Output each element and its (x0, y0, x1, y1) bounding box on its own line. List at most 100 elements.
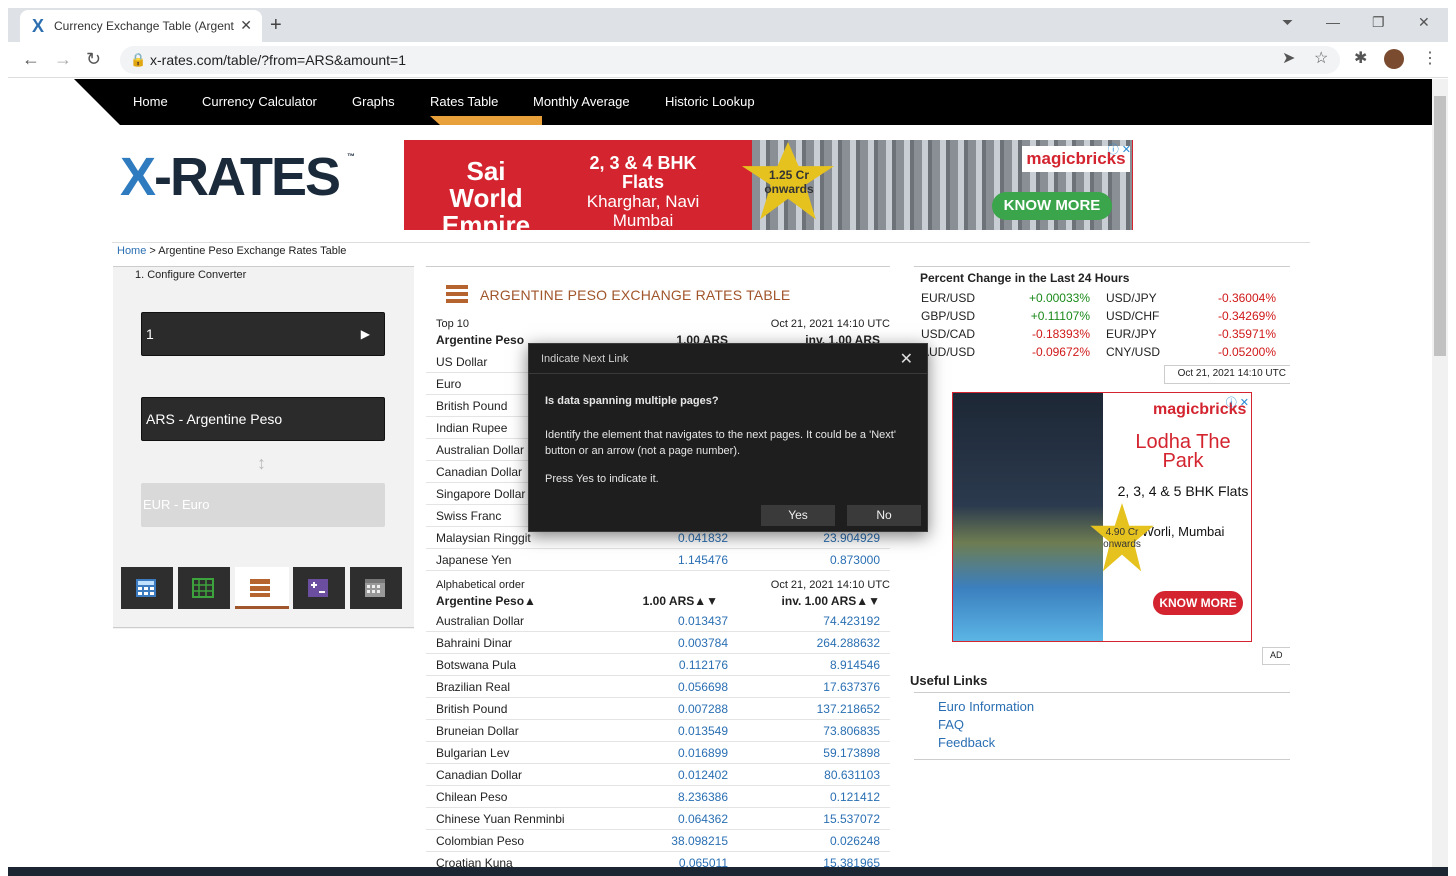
extensions-puzzle-icon[interactable]: ✱ (1354, 51, 1367, 67)
currency-pair[interactable]: USD/JPY (1106, 291, 1157, 305)
ad-flats: 2, 3 & 4 BHK Flats Kharghar, Navi Mumbai (586, 153, 700, 231)
nav-historic-lookup[interactable]: Historic Lookup (665, 94, 755, 109)
sort-inverse-button[interactable]: inv. 1.00 ARS▲▼ (782, 594, 880, 608)
inverse-rate-link[interactable]: 0.026248 (830, 834, 880, 848)
inverse-rate-link[interactable]: 264.288632 (817, 636, 880, 650)
table-row: Colombian Peso 38.098215 0.026248 (426, 830, 890, 852)
inverse-rate-link[interactable]: 17.637376 (823, 680, 880, 694)
graph-tool-icon[interactable] (178, 567, 230, 609)
rate-link[interactable]: 0.003784 (678, 636, 728, 650)
rate-link[interactable]: 0.064362 (678, 812, 728, 826)
from-currency-select[interactable]: ARS - Argentine Peso (141, 397, 385, 441)
divider (914, 759, 1290, 760)
inverse-rate-link[interactable]: 59.173898 (823, 746, 880, 760)
link-euro-information[interactable]: Euro Information (938, 699, 1034, 714)
bookmark-star-icon[interactable]: ☆ (1314, 51, 1328, 67)
tab-close-icon[interactable]: ✕ (240, 17, 252, 34)
browser-tab[interactable]: X Currency Exchange Table (Argent ✕ (20, 10, 262, 42)
play-icon[interactable]: ▶ (361, 327, 370, 341)
sort-currency-button[interactable]: Argentine Peso▲ (436, 594, 536, 608)
address-bar[interactable]: 🔒 x-rates.com/table/?from=ARS&amount=1 (120, 46, 1340, 74)
currency-pair[interactable]: CNY/USD (1106, 345, 1160, 359)
link-faq[interactable]: FAQ (938, 717, 964, 732)
back-arrow-icon[interactable]: ← (22, 50, 40, 68)
banner-ad[interactable]: Sai World Empire 2, 3 & 4 BHK Flats Kharg… (404, 140, 1133, 230)
monthly-average-tool-icon[interactable] (293, 567, 345, 609)
rate-link[interactable]: 0.016899 (678, 746, 728, 760)
ad-know-more-button[interactable]: KNOW MORE (1153, 591, 1243, 615)
site-nav-bar: Home Currency Calculator Graphs Rates Ta… (74, 79, 1432, 125)
send-icon[interactable]: ➤ (1282, 51, 1295, 67)
kebab-menu-icon[interactable]: ⋮ (1422, 51, 1438, 67)
rates-table-tool-icon[interactable] (235, 567, 289, 609)
forward-arrow-icon[interactable]: → (54, 50, 72, 68)
rate-link[interactable]: 0.013549 (678, 724, 728, 738)
rate-link[interactable]: 0.056698 (678, 680, 728, 694)
inverse-rate-link[interactable]: 8.914546 (830, 658, 880, 672)
currency-pair[interactable]: USD/CAD (921, 327, 975, 341)
link-feedback[interactable]: Feedback (938, 735, 995, 750)
nav-graphs[interactable]: Graphs (352, 94, 395, 109)
inverse-rate-link[interactable]: 15.537072 (823, 812, 880, 826)
scrollbar-thumb[interactable] (1434, 96, 1446, 356)
profile-avatar[interactable] (1384, 49, 1404, 69)
inverse-rate-link[interactable]: 74.423192 (823, 614, 880, 628)
currency-pair[interactable]: EUR/USD (921, 291, 975, 305)
nav-home[interactable]: Home (133, 94, 168, 109)
nav-monthly-average[interactable]: Monthly Average (533, 94, 630, 109)
rate-link[interactable]: 8.236386 (678, 790, 728, 804)
rate-link[interactable]: 0.041832 (678, 531, 728, 545)
ad-know-more-button[interactable]: KNOW MORE (992, 192, 1112, 220)
ad-label: AD (1262, 647, 1290, 665)
side-ad[interactable]: magicbricks Lodha The Park 2, 3, 4 & 5 B… (952, 392, 1252, 642)
sort-rate-button[interactable]: 1.00 ARS▲▼ (643, 594, 718, 608)
inverse-rate-link[interactable]: 80.631103 (824, 768, 880, 782)
calculator-tool-icon[interactable] (121, 567, 173, 609)
ad-photo (953, 393, 1103, 641)
new-tab-button[interactable]: + (270, 14, 282, 37)
percent-change-value: +0.11107% (1030, 309, 1090, 323)
currency-pair[interactable]: GBP/USD (921, 309, 975, 323)
currency-pair[interactable]: AUD/USD (921, 345, 975, 359)
inverse-rate-link[interactable]: 73.806835 (823, 724, 880, 738)
rate-link[interactable]: 0.112176 (679, 658, 728, 672)
currency-name: British Pound (436, 702, 508, 716)
currency-pair[interactable]: USD/CHF (1106, 309, 1159, 323)
rate-link[interactable]: 38.098215 (671, 834, 728, 848)
adchoices-icon[interactable]: ⓘ ✕ (1108, 141, 1131, 157)
historic-lookup-tool-icon[interactable] (350, 567, 402, 609)
maximize-button[interactable]: ❐ (1372, 14, 1385, 31)
nav-rates-table[interactable]: Rates Table (430, 94, 498, 109)
close-window-button[interactable]: ✕ (1418, 14, 1430, 31)
xrates-logo[interactable]: X-RATES ™ (120, 146, 355, 208)
rate-link[interactable]: 0.012402 (678, 768, 728, 782)
yes-button[interactable]: Yes (761, 505, 835, 526)
inverse-rate-link[interactable]: 0.873000 (830, 553, 880, 567)
minimize-button[interactable]: — (1326, 14, 1340, 30)
inverse-rate-link[interactable]: 137.218652 (817, 702, 880, 716)
inverse-rate-link[interactable]: 0.121412 (830, 790, 880, 804)
inverse-rate-link[interactable]: 23.904929 (823, 531, 880, 545)
swap-icon[interactable]: ↕ (257, 453, 266, 474)
rate-link[interactable]: 0.013437 (678, 614, 728, 628)
dialog-close-icon[interactable]: ✕ (900, 349, 913, 369)
to-currency-value: EUR - Euro (143, 497, 210, 512)
no-button[interactable]: No (847, 505, 921, 526)
divider (112, 242, 1310, 243)
currency-pair[interactable]: EUR/JPY (1106, 327, 1157, 341)
currency-name: Botswana Pula (436, 658, 517, 672)
breadcrumb-home[interactable]: Home (117, 245, 146, 257)
reload-icon[interactable]: ↻ (86, 50, 101, 68)
currency-name: Bulgarian Lev (436, 746, 510, 760)
amount-input[interactable]: 1 ▶ (141, 312, 385, 356)
table-row: British Pound 0.007288 137.218652 (426, 698, 890, 720)
adchoices-icon[interactable]: ⓘ ✕ (1226, 394, 1249, 410)
profile-menu-icon[interactable]: ⏷ (1282, 14, 1293, 31)
to-currency-select[interactable]: EUR - Euro (141, 483, 385, 527)
rate-link[interactable]: 0.007288 (678, 702, 728, 716)
ad-price: 4.90 Cr onwards (1103, 527, 1141, 550)
divider (914, 692, 1290, 693)
percent-change-value: +0.00033% (1028, 291, 1090, 305)
rate-link[interactable]: 1.145476 (678, 553, 728, 567)
nav-currency-calculator[interactable]: Currency Calculator (202, 94, 317, 109)
